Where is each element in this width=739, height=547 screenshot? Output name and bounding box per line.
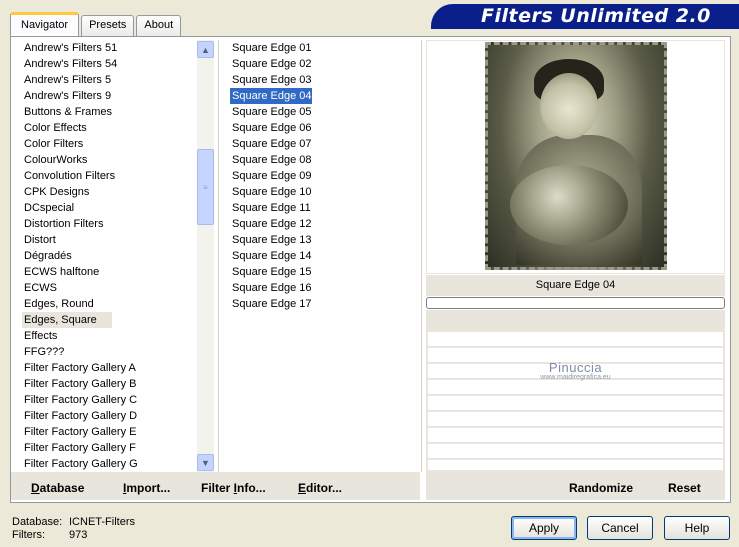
filter-item[interactable]: Square Edge 02 [230, 56, 312, 72]
category-item[interactable]: Dégradés [11, 248, 197, 264]
apply-button[interactable]: Apply [511, 516, 577, 540]
reset-button[interactable]: Reset [668, 481, 701, 495]
preview-toolbar: Randomize Reset [426, 472, 725, 500]
category-item[interactable]: Filter Factory Gallery D [11, 408, 197, 424]
category-item[interactable]: Distortion Filters [11, 216, 197, 232]
watermark-title: Pinuccia [548, 360, 603, 375]
category-item[interactable]: Andrew's Filters 51 [11, 40, 197, 56]
parameter-slot [428, 396, 723, 410]
progress-bar [426, 297, 725, 309]
tab-navigator[interactable]: Navigator [10, 12, 80, 36]
scroll-down-button[interactable]: ▼ [197, 454, 214, 471]
category-item[interactable]: DCspecial [11, 200, 197, 216]
watermark-url: www.maidiregrafica.eu [540, 374, 611, 381]
app-title-banner: Filters Unlimited 2.0 [431, 4, 739, 28]
category-item[interactable]: Edges, Square [22, 312, 112, 328]
parameter-slot [428, 332, 723, 346]
category-item[interactable]: ECWS [11, 280, 197, 296]
parameter-slot [428, 444, 723, 458]
preview-image [485, 42, 667, 270]
randomize-button[interactable]: Randomize [569, 481, 633, 495]
help-button[interactable]: Help [664, 516, 730, 540]
category-item[interactable]: Color Filters [11, 136, 197, 152]
banner-underline [431, 28, 739, 29]
category-item[interactable]: Andrew's Filters 9 [11, 88, 197, 104]
parameter-area [426, 310, 725, 472]
category-item[interactable]: Filter Factory Gallery F [11, 440, 197, 456]
tab-bar: Navigator Presets About [10, 12, 183, 36]
tab-presets[interactable]: Presets [81, 15, 135, 36]
filter-list[interactable]: Square Edge 01 Square Edge 02 Square Edge … [230, 40, 416, 312]
filter-item[interactable]: Square Edge 04 [230, 88, 312, 104]
category-item[interactable]: Convolution Filters [11, 168, 197, 184]
preview-filter-name: Square Edge 04 [426, 275, 725, 296]
category-item[interactable]: Filter Factory Gallery E [11, 424, 197, 440]
category-item[interactable]: Filter Factory Gallery A [11, 360, 197, 376]
list-toolbar: Database Import... Filter Info... Editor… [11, 472, 420, 500]
filter-item[interactable]: Square Edge 06 [230, 120, 312, 136]
editor-button[interactable]: Editor... [298, 481, 342, 495]
category-item[interactable]: Color Effects [11, 120, 197, 136]
category-item[interactable]: Buttons & Frames [11, 104, 197, 120]
category-item[interactable]: Effects [11, 328, 197, 344]
watermark: Pinuccia www.maidiregrafica.eu [426, 360, 725, 381]
filter-item[interactable]: Square Edge 03 [230, 72, 312, 88]
filter-item[interactable]: Square Edge 08 [230, 152, 312, 168]
tab-about[interactable]: About [136, 15, 182, 36]
category-item[interactable]: Filter Factory Gallery C [11, 392, 197, 408]
category-item[interactable]: Andrew's Filters 54 [11, 56, 197, 72]
preview-image-face [540, 73, 598, 139]
category-item[interactable]: FFG??? [11, 344, 197, 360]
filter-item[interactable]: Square Edge 15 [230, 264, 312, 280]
category-list[interactable]: Andrew's Filters 51 Andrew's Filters 54 An… [11, 40, 197, 472]
category-item[interactable]: ECWS halftone [11, 264, 197, 280]
parameter-slot [428, 412, 723, 426]
filter-item[interactable]: Square Edge 14 [230, 248, 312, 264]
import-button[interactable]: Import... [123, 481, 170, 495]
category-item[interactable]: Filter Factory Gallery G [11, 456, 197, 472]
database-value: ICNET-Filters [69, 516, 135, 528]
filter-item[interactable]: Square Edge 01 [230, 40, 312, 56]
filter-item[interactable]: Square Edge 16 [230, 280, 312, 296]
category-item[interactable]: Filter Factory Gallery B [11, 376, 197, 392]
database-button[interactable]: Database [31, 481, 84, 495]
filter-item[interactable]: Square Edge 10 [230, 184, 312, 200]
filters-count-value: 973 [69, 529, 88, 541]
filter-item[interactable]: Square Edge 13 [230, 232, 312, 248]
list-divider [218, 40, 219, 472]
filter-info-button[interactable]: Filter Info... [201, 481, 266, 495]
scroll-up-button[interactable]: ▲ [197, 41, 214, 58]
category-item[interactable]: Distort [11, 232, 197, 248]
filters-count-label: Filters: [12, 529, 45, 541]
category-item[interactable]: Andrew's Filters 5 [11, 72, 197, 88]
category-item[interactable]: ColourWorks [11, 152, 197, 168]
list-divider [421, 40, 422, 472]
filter-item[interactable]: Square Edge 05 [230, 104, 312, 120]
parameter-slot [428, 380, 723, 394]
category-item[interactable]: CPK Designs [11, 184, 197, 200]
category-item[interactable]: Edges, Round [11, 296, 197, 312]
scroll-thumb[interactable]: ≡ [197, 149, 214, 225]
filter-item[interactable]: Square Edge 17 [230, 296, 312, 312]
parameter-slot [428, 460, 723, 470]
cancel-button[interactable]: Cancel [587, 516, 653, 540]
filter-item[interactable]: Square Edge 07 [230, 136, 312, 152]
filter-item[interactable]: Square Edge 12 [230, 216, 312, 232]
preview-image-flowers [510, 165, 628, 245]
database-label: Database: [12, 516, 63, 528]
database-info: Database: ICNET-Filters Filters: 973 [12, 516, 135, 542]
category-scrollbar[interactable]: ▲ ≡ ▼ [197, 40, 214, 472]
filter-item[interactable]: Square Edge 09 [230, 168, 312, 184]
filter-item[interactable]: Square Edge 11 [230, 200, 312, 216]
parameter-slot [428, 428, 723, 442]
